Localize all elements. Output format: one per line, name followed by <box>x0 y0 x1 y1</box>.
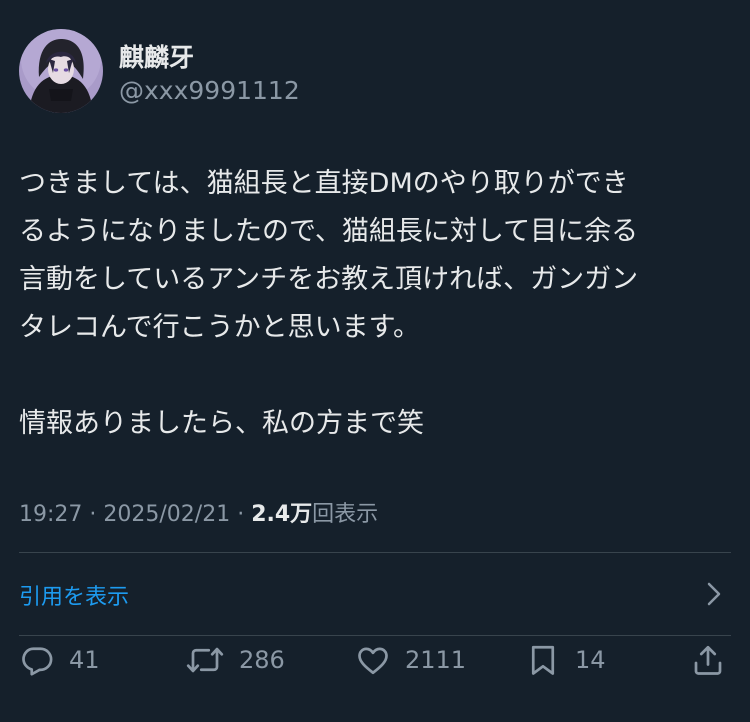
tweet-time[interactable]: 19:27 <box>19 502 82 527</box>
tweet-text-line: 言動をしているアンチをお教え頂ければ、ガンガン <box>19 264 639 295</box>
view-count: 2.4万 <box>251 502 313 527</box>
retweet-button[interactable]: 286 <box>185 640 285 680</box>
chevron-right-icon <box>706 581 722 611</box>
bookmark-icon <box>525 642 561 678</box>
user-handle[interactable]: @xxx9991112 <box>119 76 300 105</box>
reply-button[interactable]: 41 <box>19 640 100 680</box>
reply-count: 41 <box>69 646 100 674</box>
avatar[interactable] <box>19 29 103 113</box>
tweet-meta: 19:27 · 2025/02/21 · 2.4万回表示 <box>19 496 378 528</box>
view-quotes-label: 引用を表示 <box>19 585 130 610</box>
like-button[interactable]: 2111 <box>355 640 466 680</box>
tweet-detail: 麒麟牙 @xxx9991112 つきましては、猫組長と直接DMのやり取りができ … <box>0 0 750 722</box>
tweet-text-line: 情報ありましたら、私の方まで笑 <box>19 408 424 439</box>
divider <box>19 635 731 636</box>
reply-icon <box>19 642 55 678</box>
avatar-image <box>19 29 103 113</box>
view-quotes-link[interactable]: 引用を表示 <box>0 553 750 635</box>
like-count: 2111 <box>405 646 467 674</box>
view-label: 回表示 <box>312 502 379 527</box>
heart-icon <box>355 642 391 678</box>
share-button[interactable] <box>690 640 726 680</box>
meta-separator: · <box>82 502 104 527</box>
retweet-icon <box>185 642 225 678</box>
bookmark-count: 14 <box>575 646 606 674</box>
share-icon <box>690 642 726 678</box>
tweet-text-line: つきましては、猫組長と直接DMのやり取りができ <box>19 168 629 199</box>
tweet-text-line: タレコんで行こうかと思います。 <box>19 312 420 343</box>
meta-separator: · <box>230 502 252 527</box>
bookmark-button[interactable]: 14 <box>525 640 606 680</box>
retweet-count: 286 <box>239 646 285 674</box>
display-name[interactable]: 麒麟牙 <box>119 38 194 74</box>
tweet-text-line: るようになりましたので、猫組長に対して目に余る <box>19 216 639 247</box>
tweet-text: つきましては、猫組長と直接DMのやり取りができ るようになりましたので、猫組長に… <box>19 160 731 448</box>
tweet-date[interactable]: 2025/02/21 <box>103 502 230 527</box>
